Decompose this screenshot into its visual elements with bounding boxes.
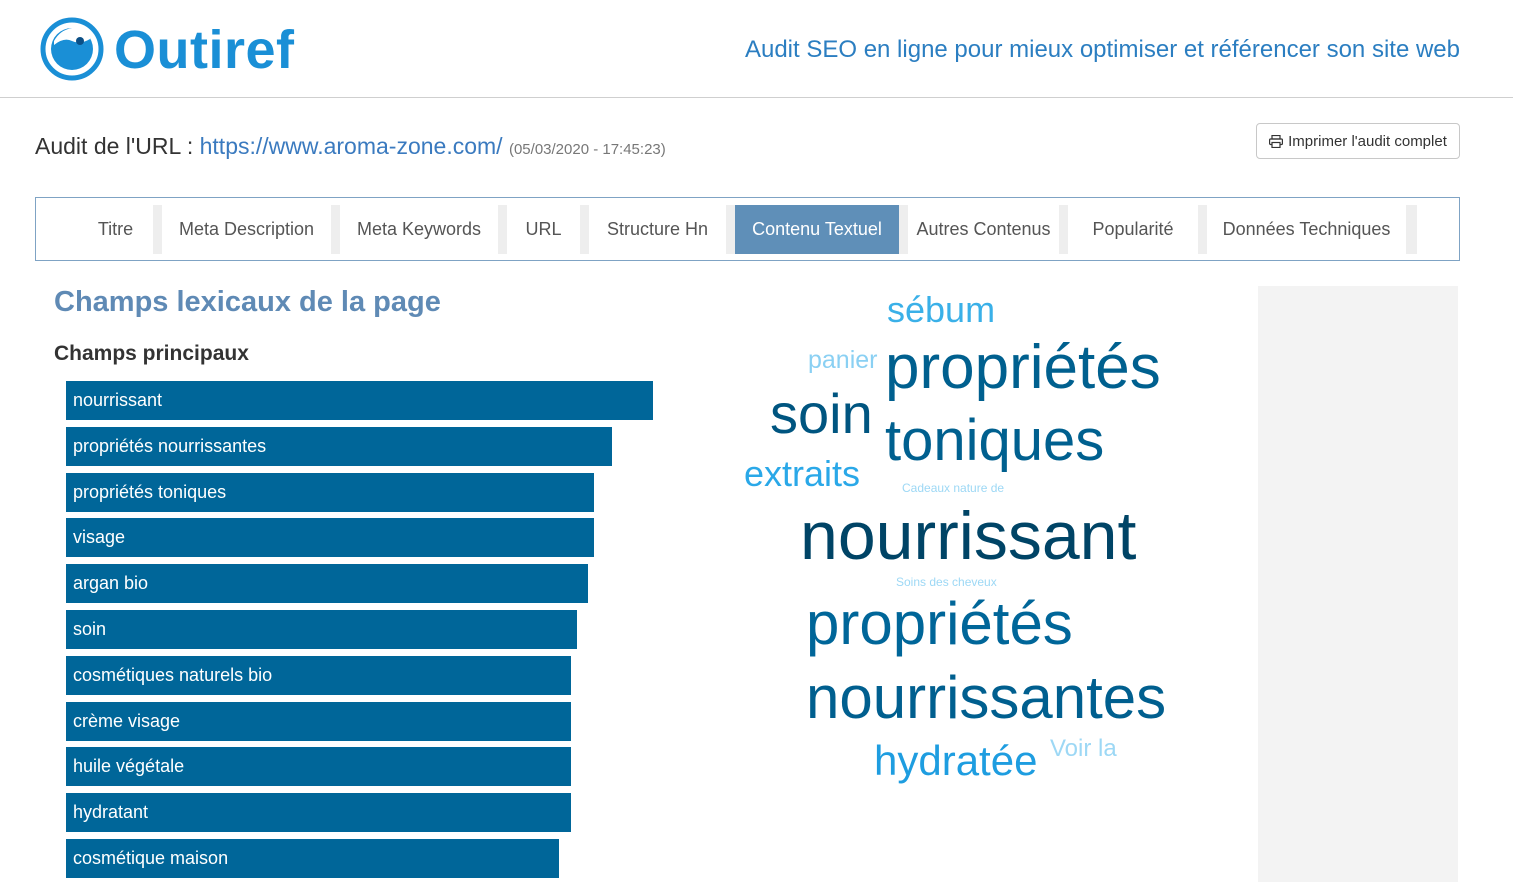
audit-url-link[interactable]: https://www.aroma-zone.com/ [200, 133, 503, 159]
chart-title: Champs principaux [54, 342, 249, 365]
tab-contenu-textuel[interactable]: Contenu Textuel [735, 205, 899, 254]
bar-6: cosmétiques naturels bio [66, 656, 571, 695]
bar-7: crème visage [66, 702, 571, 741]
bar-4: argan bio [66, 564, 588, 603]
bar-8: huile végétale [66, 747, 571, 786]
audit-url-line: Audit de l'URL : https://www.aroma-zone.… [35, 133, 666, 160]
tab-données-techniques[interactable]: Données Techniques [1207, 205, 1406, 254]
tab-titre[interactable]: Titre [78, 205, 153, 254]
bar-2: propriétés toniques [66, 473, 594, 512]
tagline: Audit SEO en ligne pour mieux optimiser … [744, 36, 1460, 63]
cloud-word: hydratée [874, 737, 1038, 784]
print-audit-label: Imprimer l'audit complet [1288, 132, 1447, 150]
cloud-word: Soins des cheveux [896, 575, 997, 589]
tab-structure-hn[interactable]: Structure Hn [589, 205, 726, 254]
audit-date: (05/03/2020 - 17:45:23) [508, 141, 666, 158]
section-title: Champs lexicaux de la page [54, 286, 441, 318]
cloud-word: nourrissant [800, 498, 1137, 574]
bar-3: visage [66, 518, 594, 557]
bar-1: propriétés nourrissantes [66, 427, 612, 466]
cloud-word: extraits [744, 453, 861, 494]
cloud-word: Cadeaux nature de [902, 481, 1005, 495]
brand-name: Outiref [114, 20, 295, 80]
print-audit-button[interactable]: Imprimer l'audit complet [1256, 123, 1460, 159]
bar-0: nourrissant [66, 381, 653, 420]
cloud-word: nourrissantes [806, 664, 1167, 731]
cloud-word: propriétés [806, 590, 1073, 657]
tab-url[interactable]: URL [507, 205, 580, 254]
audit-tabs: Titre Meta Description Meta Keywords URL Str… [35, 197, 1460, 261]
cloud-word: propriétés [885, 333, 1161, 402]
bar-5: soin [66, 610, 577, 649]
audit-prefix: Audit de l'URL : [35, 133, 200, 159]
tab-autres-contenus[interactable]: Autres Contenus [908, 205, 1059, 254]
bar-10: cosmétique maison [66, 839, 559, 878]
cloud-word: toniques [885, 408, 1105, 473]
cloud-word: panier [808, 346, 878, 374]
cloud-word: soin [770, 382, 873, 445]
tab-meta-keywords[interactable]: Meta Keywords [340, 205, 498, 254]
logo-icon [40, 17, 104, 81]
cloud-word: Voir la [1050, 735, 1117, 762]
side-panel [1258, 286, 1458, 882]
bar-9: hydratant [66, 793, 571, 832]
tab-popularité[interactable]: Popularité [1068, 205, 1198, 254]
word-cloud: sébum panier propriétés soin toniques extrait… [700, 280, 1240, 820]
cloud-word: sébum [887, 289, 996, 330]
tab-meta-description[interactable]: Meta Description [162, 205, 331, 254]
tabs-bar: Titre Meta Description Meta Keywords URL Str… [78, 205, 1417, 254]
site-header: Outiref Audit SEO en ligne pour mieux op… [0, 0, 1513, 98]
logo[interactable]: Outiref [40, 16, 310, 82]
printer-icon [1269, 134, 1284, 148]
